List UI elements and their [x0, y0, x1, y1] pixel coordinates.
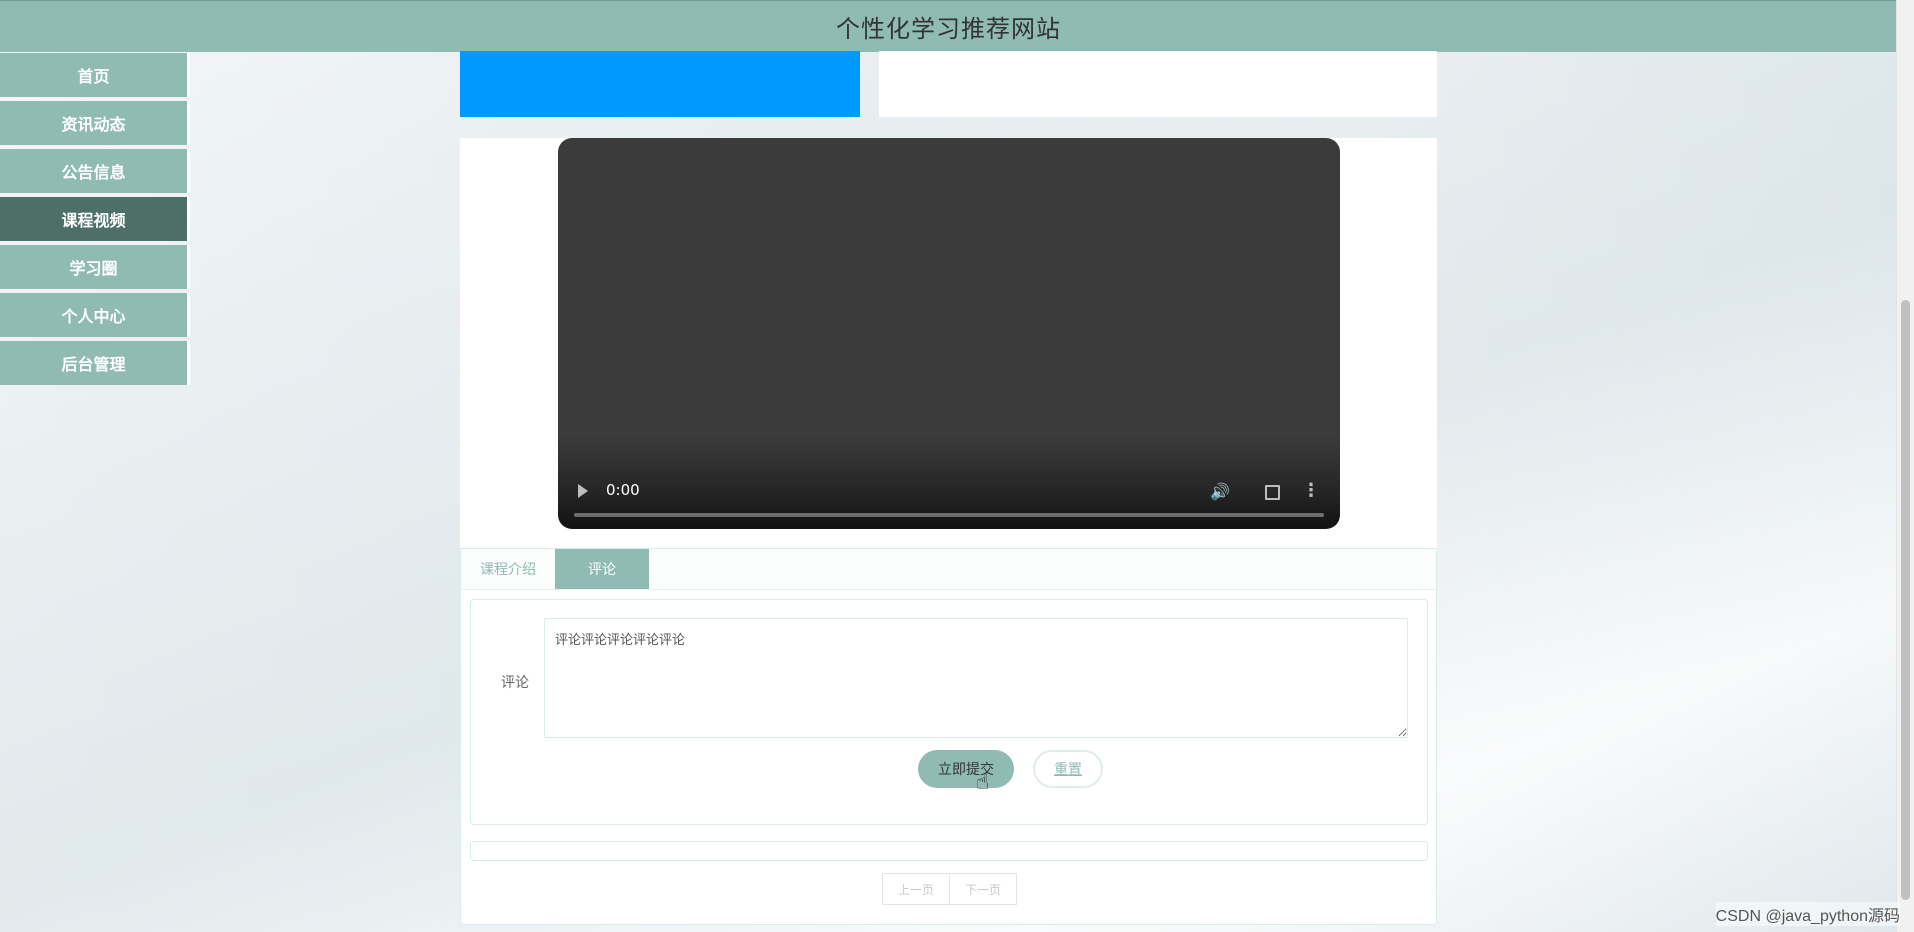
- site-title: 个性化学习推荐网站: [836, 15, 1061, 43]
- video-panel: 0:00 🔊 ⋮: [460, 138, 1437, 548]
- course-banner: [460, 51, 860, 117]
- site-header: 个性化学习推荐网站: [0, 0, 1897, 52]
- sidebar-item-study-circle[interactable]: 学习圈: [0, 245, 190, 289]
- course-tabs-panel: 课程介绍 评论 评论 评论评论评论评论评论 立即提交 重置 ☝ 上一页 下一页: [460, 548, 1437, 925]
- sidebar-item-announcements[interactable]: 公告信息: [0, 149, 190, 193]
- video-controls: 0:00 🔊 ⋮: [558, 459, 1340, 529]
- video-progress-bar[interactable]: [574, 513, 1324, 517]
- volume-icon[interactable]: 🔊: [1210, 482, 1230, 501]
- sidebar-item-admin[interactable]: 后台管理: [0, 341, 190, 385]
- sidebar-item-course-videos[interactable]: 课程视频: [0, 197, 190, 241]
- hand-cursor-icon: ☝: [976, 770, 990, 795]
- sidebar-item-news[interactable]: 资讯动态: [0, 101, 190, 145]
- comment-list: [470, 841, 1428, 861]
- reset-button[interactable]: 重置: [1033, 750, 1103, 788]
- submit-button[interactable]: 立即提交: [918, 750, 1014, 788]
- sidebar-item-home[interactable]: 首页: [0, 53, 190, 97]
- course-info-box: [879, 51, 1437, 117]
- page-scrollbar[interactable]: [1896, 0, 1914, 932]
- scrollbar-thumb[interactable]: [1901, 300, 1910, 900]
- tab-bar: 课程介绍 评论: [461, 549, 1436, 590]
- comment-form: 评论 评论评论评论评论评论 立即提交 重置 ☝: [470, 599, 1428, 825]
- video-time: 0:00: [606, 481, 640, 499]
- tab-comments[interactable]: 评论: [555, 549, 649, 589]
- fullscreen-icon[interactable]: [1265, 485, 1280, 500]
- prev-page-button[interactable]: 上一页: [882, 873, 950, 905]
- next-page-button[interactable]: 下一页: [950, 873, 1017, 905]
- comment-label: 评论: [501, 675, 529, 691]
- tab-course-intro[interactable]: 课程介绍: [461, 549, 555, 589]
- video-player[interactable]: 0:00 🔊 ⋮: [558, 138, 1340, 529]
- sidebar-nav: 首页 资讯动态 公告信息 课程视频 学习圈 个人中心 后台管理: [0, 53, 190, 389]
- comment-input[interactable]: 评论评论评论评论评论: [544, 618, 1408, 738]
- watermark: CSDN @java_python源码: [1715, 902, 1900, 926]
- play-icon[interactable]: [578, 484, 588, 498]
- sidebar-item-personal-center[interactable]: 个人中心: [0, 293, 190, 337]
- pagination: 上一页 下一页: [882, 873, 1017, 905]
- more-options-icon[interactable]: ⋮: [1302, 480, 1320, 501]
